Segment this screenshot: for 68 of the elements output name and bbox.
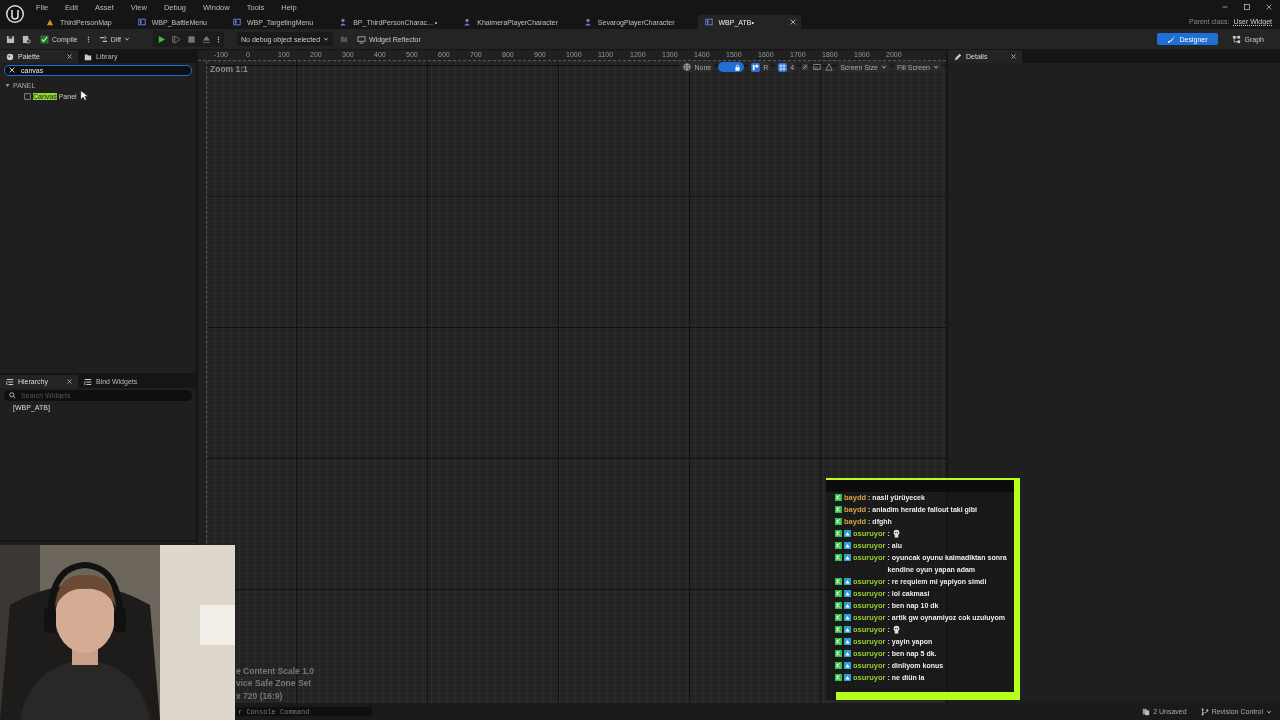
layout-icon xyxy=(751,62,761,72)
expanded-arrow-icon xyxy=(5,83,10,88)
viewport-info-text: e Content Scale 1,0 xyxy=(236,664,314,677)
k-badge-icon xyxy=(835,614,842,621)
monitor-icon xyxy=(357,34,367,44)
k-badge-icon xyxy=(835,554,842,561)
close-icon[interactable] xyxy=(1011,54,1016,59)
k-badge-icon xyxy=(835,578,842,585)
canvas-panel-icon xyxy=(24,93,31,100)
close-icon[interactable] xyxy=(67,54,72,59)
person-icon xyxy=(463,18,472,26)
diff-icon xyxy=(98,34,108,44)
save-icon[interactable] xyxy=(6,34,15,44)
caret-icon xyxy=(124,36,131,42)
pen-icon[interactable] xyxy=(801,63,810,71)
close-icon[interactable] xyxy=(1266,4,1272,10)
k-badge-icon xyxy=(835,590,842,597)
viewport-info-text: vice Safe Zone Set xyxy=(236,677,313,690)
caret-icon xyxy=(323,36,330,42)
k-badge-icon xyxy=(835,638,842,645)
widget-icon xyxy=(704,18,713,26)
search-icon xyxy=(9,392,16,399)
stop-icon[interactable] xyxy=(187,34,197,44)
brush-icon xyxy=(1166,34,1176,44)
caret-icon xyxy=(880,64,887,70)
k-badge-icon xyxy=(835,626,842,633)
step-icon[interactable] xyxy=(172,34,182,44)
image-icon[interactable] xyxy=(813,63,822,71)
files-icon xyxy=(1142,707,1151,716)
palette-icon xyxy=(6,52,14,61)
more-icon[interactable] xyxy=(86,34,90,44)
play-icon[interactable] xyxy=(157,34,167,44)
lock-icon xyxy=(734,63,742,71)
list-icon xyxy=(84,377,92,386)
list-icon xyxy=(6,377,14,386)
widget-icon xyxy=(233,18,241,26)
viewport-info-text: x 720 (16:9) xyxy=(236,689,284,702)
folder-icon xyxy=(84,52,92,61)
k-badge-icon xyxy=(835,542,842,549)
k-badge-icon xyxy=(835,530,842,537)
browse-icon[interactable] xyxy=(22,34,31,44)
k-badge-icon xyxy=(835,674,842,681)
person-icon xyxy=(583,18,592,26)
eject-icon[interactable] xyxy=(202,34,212,44)
maximize-icon[interactable] xyxy=(1244,4,1250,10)
branch-icon xyxy=(1200,707,1209,716)
lock-toggle[interactable] xyxy=(718,62,745,72)
warning-icon[interactable] xyxy=(825,63,834,71)
caret-icon xyxy=(1266,708,1272,715)
person-icon xyxy=(339,18,348,26)
caret-icon xyxy=(933,64,939,70)
clear-icon[interactable] xyxy=(9,67,15,73)
pencil-icon xyxy=(954,52,962,61)
globe-icon xyxy=(683,63,692,71)
more-icon[interactable] xyxy=(217,34,221,44)
k-badge-icon xyxy=(835,662,842,669)
minimize-icon[interactable] xyxy=(1222,4,1228,10)
zoom-label: Zoom 1:1 xyxy=(210,64,248,74)
close-icon[interactable] xyxy=(67,379,72,384)
widget-icon xyxy=(137,18,146,26)
checkmark-icon xyxy=(40,34,49,44)
map-icon xyxy=(46,18,54,26)
mouse-pointer-icon xyxy=(80,90,88,101)
graph-icon xyxy=(1231,34,1241,44)
close-icon[interactable] xyxy=(789,19,796,25)
k-badge-icon xyxy=(835,650,842,657)
k-badge-icon xyxy=(835,602,842,609)
engine-logo-icon[interactable] xyxy=(5,4,25,24)
